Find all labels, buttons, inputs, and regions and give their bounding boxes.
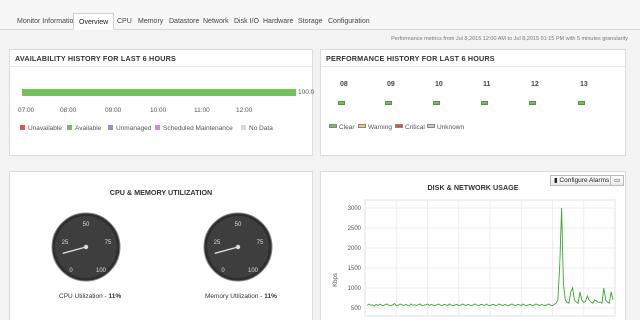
tab-memory[interactable]: Memory [138, 13, 163, 30]
perf-hour: 13 [580, 81, 588, 88]
performance-panel: PERFORMANCE HISTORY FOR LAST 6 HOURS 08 … [320, 49, 626, 156]
legend-swatch [427, 124, 435, 128]
tab-datastore[interactable]: Datastore [169, 13, 199, 30]
tab-monitor-information[interactable]: Monitor Information [17, 13, 77, 30]
memory-utilization-label: Memory Utilization - 11% [205, 293, 277, 300]
gauge-tick: 75 [105, 240, 112, 246]
availability-tick: 08:00 [60, 107, 77, 114]
availability-tick: 12:00 [236, 107, 253, 114]
legend-label: Unavailable [28, 125, 62, 132]
perf-status-clear[interactable] [433, 101, 440, 105]
perf-legend-critical: Critical [395, 124, 425, 131]
legend-label: Available [75, 125, 102, 132]
cpu-memory-panel: CPU & MEMORY UTILIZATION 50 25 75 0 100 … [9, 171, 313, 320]
gauge-hub [235, 244, 241, 250]
legend-swatch [108, 125, 113, 130]
gauge-hub [83, 244, 89, 250]
perf-hour: 09 [387, 81, 395, 88]
gauge-tick: 50 [83, 222, 90, 228]
perf-status-clear[interactable] [385, 101, 392, 105]
legend-swatch [67, 125, 72, 130]
perf-legend-warning: Warning [358, 124, 392, 131]
legend-no-data: No Data [241, 125, 273, 132]
cpu-memory-title: CPU & MEMORY UTILIZATION [109, 188, 213, 197]
y-tick-label: 2000 [348, 246, 362, 252]
legend-label: Unmanaged [116, 125, 152, 132]
perf-legend-unknown: Unknown [427, 124, 464, 131]
tab-hardware[interactable]: Hardware [263, 13, 293, 30]
metrics-range-note: Performance metrics from Jul 8,2015 12:0… [391, 36, 628, 42]
performance-title: PERFORMANCE HISTORY FOR LAST 6 HOURS [321, 50, 625, 67]
legend-scheduled-maintenance: Scheduled Maintenance [155, 125, 233, 132]
perf-status-clear[interactable] [578, 101, 585, 105]
tab-storage[interactable]: Storage [298, 13, 323, 30]
disk-network-title: DISK & NETWORK USAGE [427, 183, 519, 192]
tab-network[interactable]: Network [203, 13, 229, 30]
gauge-tick: 25 [214, 240, 221, 246]
perf-hour: 11 [483, 81, 491, 88]
perf-legend-clear: Clear [329, 124, 355, 131]
perf-hour: 10 [435, 81, 443, 88]
disk-network-chart: 500 1000 1500 2000 2500 3000 Kbps [333, 199, 616, 317]
gauge-tick: 50 [235, 222, 242, 228]
tab-configuration[interactable]: Configuration [328, 13, 370, 30]
perf-hour: 08 [340, 81, 348, 88]
legend-label: Critical [405, 124, 425, 131]
y-tick-label: 1500 [348, 266, 362, 272]
availability-tick: 10:00 [150, 107, 167, 114]
perf-status-clear[interactable] [529, 101, 536, 105]
cpu-gauge: 50 25 75 0 100 [51, 212, 121, 282]
tab-bar: Monitor Information Overview CPU Memory … [0, 0, 640, 30]
gauge-tick: 25 [62, 240, 69, 246]
legend-unavailable: Unavailable [20, 125, 62, 132]
availability-tick: 07:00 [18, 107, 35, 114]
y-tick-label: 500 [351, 306, 362, 312]
legend-label: Warning [368, 124, 392, 131]
gauge-value: 11% [264, 293, 277, 300]
tab-disk-io[interactable]: Disk I/O [234, 13, 259, 30]
legend-label: No Data [249, 125, 273, 132]
availability-bar[interactable] [22, 89, 296, 96]
availability-title: AVAILABILITY HISTORY FOR LAST 6 HOURS [10, 50, 312, 67]
gauge-label-text: CPU Utilization [59, 293, 103, 300]
availability-panel: AVAILABILITY HISTORY FOR LAST 6 HOURS 10… [9, 49, 315, 156]
perf-status-clear[interactable] [338, 101, 345, 105]
legend-unmanaged: Unmanaged [108, 125, 151, 132]
legend-swatch [329, 124, 337, 128]
gauge-tick: 75 [257, 240, 264, 246]
availability-tick: 09:00 [105, 107, 122, 114]
availability-value: 100.0 [298, 89, 315, 96]
y-tick-label: 3000 [348, 206, 362, 212]
memory-gauge: 50 25 75 0 100 [203, 212, 273, 282]
disk-network-panel: ▮ Configure Alarms ▭ DISK & NETWORK USAG… [320, 171, 626, 320]
gauge-label-text: Memory Utilization [205, 293, 259, 300]
legend-available: Available [67, 125, 101, 132]
legend-label: Clear [339, 124, 355, 131]
legend-swatch [358, 124, 366, 128]
tab-cpu[interactable]: CPU [117, 13, 132, 30]
perf-hour: 12 [531, 81, 539, 88]
legend-swatch [20, 125, 25, 130]
legend-swatch [241, 125, 246, 130]
gauge-value: 11% [108, 293, 122, 300]
cpu-utilization-label: CPU Utilization - 11% [59, 293, 122, 300]
y-tick-label: 2500 [348, 226, 362, 232]
legend-swatch [155, 125, 160, 130]
y-axis-label: Kbps [333, 273, 339, 287]
legend-label: Scheduled Maintenance [163, 125, 233, 132]
perf-status-clear[interactable] [481, 101, 488, 105]
y-tick-label: 1000 [348, 286, 362, 292]
legend-label: Unknown [437, 124, 465, 131]
legend-swatch [395, 124, 403, 128]
gauge-tick: 100 [248, 268, 259, 274]
tab-overview[interactable]: Overview [73, 13, 115, 30]
availability-tick: 11:00 [194, 107, 210, 114]
gauge-tick: 100 [96, 268, 107, 274]
